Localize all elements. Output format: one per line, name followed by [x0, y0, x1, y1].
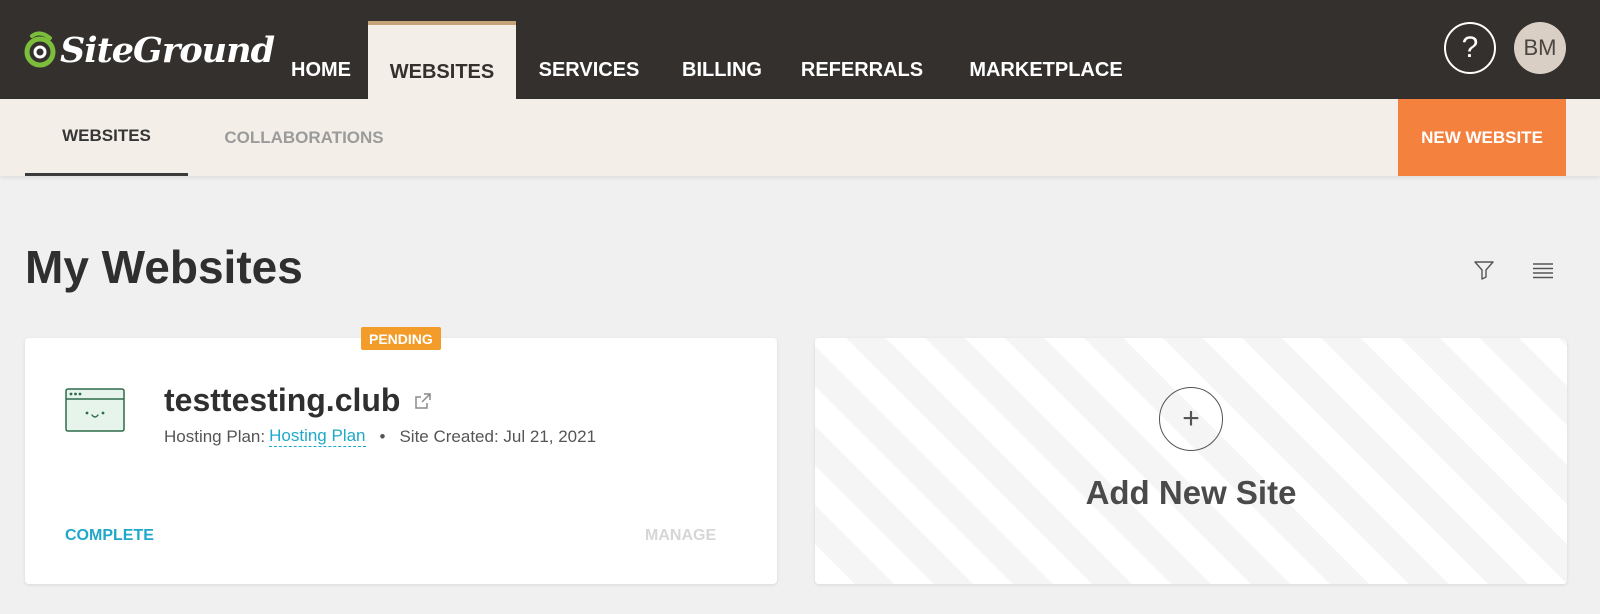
nav-tab-label: MARKETPLACE [969, 58, 1123, 81]
nav-tab-label: REFERRALS [800, 58, 924, 81]
avatar[interactable]: BM [1514, 22, 1566, 74]
new-website-button[interactable]: NEW WEBSITE [1398, 99, 1566, 176]
nav-tab-home[interactable]: HOME [265, 21, 377, 99]
logo-text: SiteGround [60, 29, 275, 71]
manage-button: MANAGE [645, 527, 717, 544]
page-title: My Websites [25, 241, 303, 293]
subtab-label: COLLABORATIONS [224, 127, 384, 147]
add-new-site-card[interactable]: + Add New Site [815, 338, 1567, 584]
site-created-date: Site Created: Jul 21, 2021 [399, 426, 597, 446]
nav-tab-services[interactable]: SERVICES [526, 21, 652, 99]
meta-separator: • [379, 426, 386, 446]
subtab-collaborations[interactable]: COLLABORATIONS [212, 99, 396, 176]
nav-tab-billing[interactable]: BILLING [672, 21, 772, 99]
help-button[interactable]: ? [1444, 22, 1496, 74]
avatar-initials: BM [1523, 35, 1557, 60]
hosting-plan-link[interactable]: Hosting Plan [269, 426, 366, 447]
list-view-icon[interactable] [1530, 258, 1556, 282]
siteground-logo[interactable]: SiteGround [24, 26, 275, 74]
plus-glyph: + [1182, 402, 1200, 435]
nav-tab-label: WEBSITES [389, 60, 495, 83]
plus-icon: + [1159, 387, 1223, 451]
question-icon: ? [1461, 31, 1479, 64]
status-badge: PENDING [361, 327, 441, 350]
nav-tab-label: SERVICES [538, 58, 640, 81]
nav-tab-label: BILLING [682, 58, 762, 81]
complete-button[interactable]: COMPLETE [65, 527, 154, 545]
subtab-websites[interactable]: WEBSITES [25, 99, 188, 176]
external-link-icon[interactable] [413, 391, 433, 411]
nav-tab-marketplace[interactable]: MARKETPLACE [950, 21, 1142, 99]
website-icon [65, 388, 125, 432]
hosting-plan-label: Hosting Plan: [164, 426, 266, 446]
nav-tab-label: HOME [291, 58, 351, 81]
site-meta: Hosting Plan: Hosting Plan • Site Create… [164, 426, 596, 447]
subtab-label: WEBSITES [62, 126, 151, 145]
filter-icon[interactable] [1472, 258, 1496, 282]
siteground-logo-icon [24, 31, 56, 68]
nav-tab-referrals[interactable]: REFERRALS [800, 21, 924, 99]
site-domain[interactable]: testtesting.club [164, 382, 400, 419]
sub-navigation: WEBSITES COLLABORATIONS [0, 99, 1600, 176]
top-navigation: SiteGround HOME WEBSITES SERVICES BILLIN… [0, 0, 1600, 99]
new-website-label: NEW WEBSITE [1421, 127, 1543, 147]
add-new-site-label: Add New Site [1085, 474, 1297, 511]
nav-tab-websites[interactable]: WEBSITES [368, 21, 516, 99]
site-card: testtesting.club Hosting Plan: Hosting P… [25, 338, 777, 584]
